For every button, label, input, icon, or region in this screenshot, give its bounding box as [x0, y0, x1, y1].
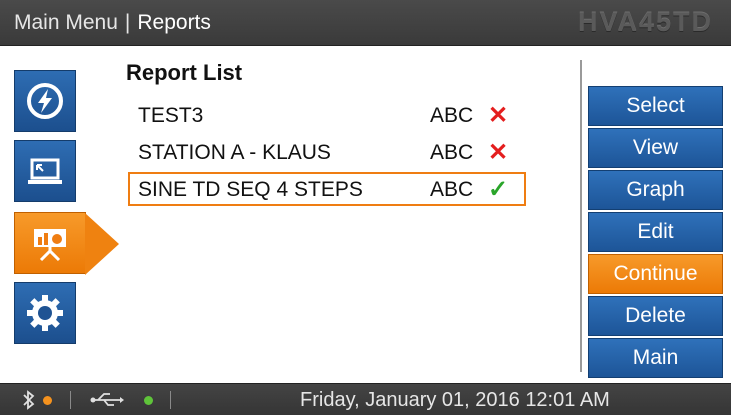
- report-row-sine-td-seq-4-steps[interactable]: SINE TD SEQ 4 STEPS ABC ✓: [128, 172, 526, 206]
- breadcrumb-main-menu[interactable]: Main Menu: [14, 11, 118, 34]
- pass-check-icon: ✓: [488, 176, 509, 203]
- laptop-icon: [28, 158, 62, 184]
- view-button[interactable]: View: [588, 128, 723, 168]
- edit-button[interactable]: Edit: [588, 212, 723, 252]
- title-bar: Main Menu | Reports HVA45TD: [0, 0, 731, 46]
- bluetooth-icon: [22, 390, 36, 415]
- fail-x-icon: ✕: [488, 102, 509, 129]
- breadcrumb: Main Menu | Reports: [14, 11, 211, 35]
- delete-button[interactable]: Delete: [588, 296, 723, 336]
- report-name: STATION A - KLAUS: [138, 141, 331, 164]
- gear-icon: [27, 295, 63, 331]
- report-tag: ABC: [430, 141, 474, 164]
- usb-icon: [90, 390, 124, 415]
- vertical-divider: [580, 60, 582, 372]
- datetime-display: Friday, January 01, 2016 12:01 AM: [300, 389, 610, 411]
- nav-tab-computer[interactable]: [14, 140, 76, 202]
- breadcrumb-reports: Reports: [137, 11, 211, 34]
- nav-tab-power[interactable]: [14, 70, 76, 132]
- status-separator: [70, 391, 71, 409]
- select-button[interactable]: Select: [588, 86, 723, 126]
- left-nav: [0, 46, 120, 376]
- report-name: TEST3: [138, 104, 204, 127]
- main-button[interactable]: Main: [588, 338, 723, 378]
- usb-status-dot: [144, 396, 153, 405]
- status-bar: Friday, January 01, 2016 12:01 AM: [0, 383, 731, 415]
- report-tag: ABC: [430, 178, 474, 201]
- nav-tab-reports[interactable]: [14, 212, 119, 275]
- report-row-station-a-klaus[interactable]: STATION A - KLAUS ABC ✕: [128, 135, 526, 169]
- breadcrumb-separator: |: [124, 11, 131, 34]
- report-list-title: Report List: [126, 60, 243, 85]
- report-tag: ABC: [430, 104, 474, 127]
- report-name: SINE TD SEQ 4 STEPS: [138, 178, 363, 201]
- report-row-test3[interactable]: TEST3 ABC ✕: [128, 98, 526, 132]
- presentation-chart-icon: [34, 229, 66, 262]
- graph-button[interactable]: Graph: [588, 170, 723, 210]
- lightning-icon: [27, 83, 63, 119]
- status-separator: [170, 391, 171, 409]
- fail-x-icon: ✕: [488, 139, 509, 166]
- nav-tab-settings[interactable]: [14, 282, 76, 344]
- report-list-panel: Report List TEST3 ABC ✕ STATION A - KLAU…: [120, 46, 575, 376]
- device-model-label: HVA45TD: [577, 7, 713, 37]
- continue-button[interactable]: Continue: [588, 254, 723, 294]
- bluetooth-status-dot: [43, 396, 52, 405]
